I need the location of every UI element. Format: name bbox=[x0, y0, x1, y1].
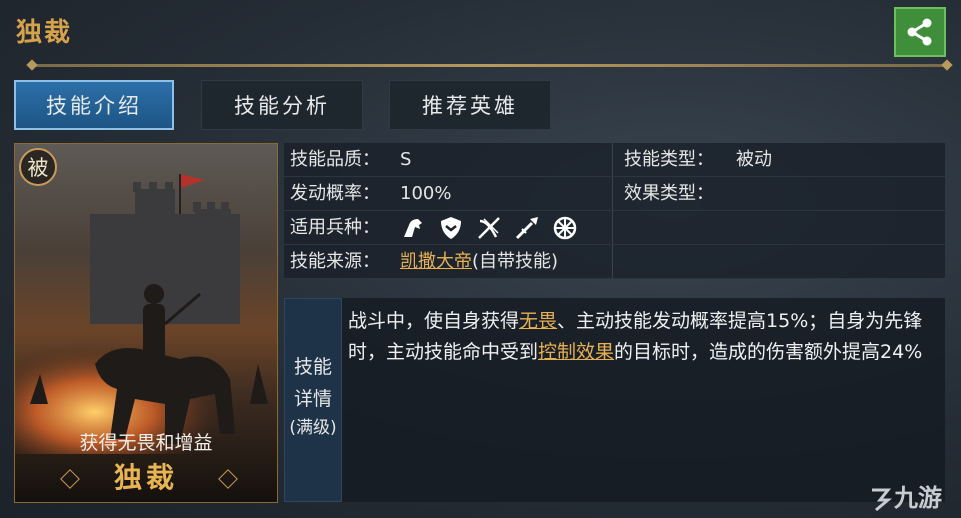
detail-label-line1: 技能 bbox=[293, 356, 332, 378]
type-label: 技能类型： bbox=[624, 149, 714, 170]
quality-value: S bbox=[400, 149, 412, 170]
info-row-troops: 适用兵种： bbox=[284, 211, 945, 245]
tab-recommended-heroes[interactable]: 推荐英雄 bbox=[389, 80, 551, 130]
rate-value: 100% bbox=[400, 183, 452, 204]
skill-card-name: 独裁 bbox=[113, 461, 178, 494]
tab-skill-intro[interactable]: 技能介绍 bbox=[14, 80, 174, 130]
spear-icon bbox=[515, 217, 538, 240]
tab-skill-analysis[interactable]: 技能分析 bbox=[201, 80, 363, 130]
source-label: 技能来源： bbox=[290, 251, 380, 272]
info-row-rate: 发动概率： 100% 效果类型： bbox=[284, 177, 945, 211]
share-icon bbox=[907, 18, 932, 46]
cavalry-horse-icon bbox=[404, 219, 422, 237]
shield-infantry-icon bbox=[441, 217, 461, 239]
info-row-quality: 技能品质： S 技能类型： 被动 bbox=[284, 143, 945, 177]
troops-label: 适用兵种： bbox=[290, 217, 380, 238]
detail-text-1: 战斗中，使自身获得 bbox=[348, 310, 520, 332]
page-title: 独裁 bbox=[16, 18, 73, 48]
detail-label-line3: (满级) bbox=[289, 418, 337, 438]
skill-card-subtitle: 获得无畏和增益 bbox=[79, 432, 213, 454]
watermark-logo: 九游 bbox=[868, 478, 942, 513]
nine-game-logo-icon bbox=[872, 488, 893, 512]
quality-label: 技能品质： bbox=[290, 149, 380, 170]
crossbow-icon bbox=[478, 217, 500, 239]
skill-detail-label: 技能 详情 (满级) bbox=[284, 298, 342, 502]
skill-card: 被 获得无畏和增益 独裁 bbox=[14, 143, 278, 503]
detail-label-line2: 详情 bbox=[293, 388, 332, 410]
control-effect-link[interactable]: 控制效果 bbox=[538, 341, 614, 363]
rate-label: 发动概率： bbox=[290, 183, 380, 204]
fearless-link[interactable]: 无畏 bbox=[519, 310, 557, 332]
skill-detail-text: 战斗中，使自身获得无畏、主动技能发动概率提高15%；自身为先锋时，主动技能命中受… bbox=[342, 298, 945, 502]
source-suffix: (自带技能) bbox=[472, 251, 559, 272]
siege-wheel-icon bbox=[553, 216, 577, 240]
watermark-text: 九游 bbox=[894, 484, 942, 512]
info-row-source: 技能来源： 凯撒大帝(自带技能) bbox=[284, 245, 945, 279]
passive-badge: 被 bbox=[19, 148, 57, 186]
effect-label: 效果类型： bbox=[624, 183, 714, 204]
type-value: 被动 bbox=[736, 149, 772, 170]
detail-text-3: 的目标时，造成的伤害额外提高24% bbox=[614, 341, 923, 363]
title-divider bbox=[26, 59, 953, 71]
share-button[interactable] bbox=[894, 7, 946, 57]
source-hero-link[interactable]: 凯撒大帝 bbox=[400, 251, 472, 272]
troop-icons bbox=[400, 211, 590, 244]
